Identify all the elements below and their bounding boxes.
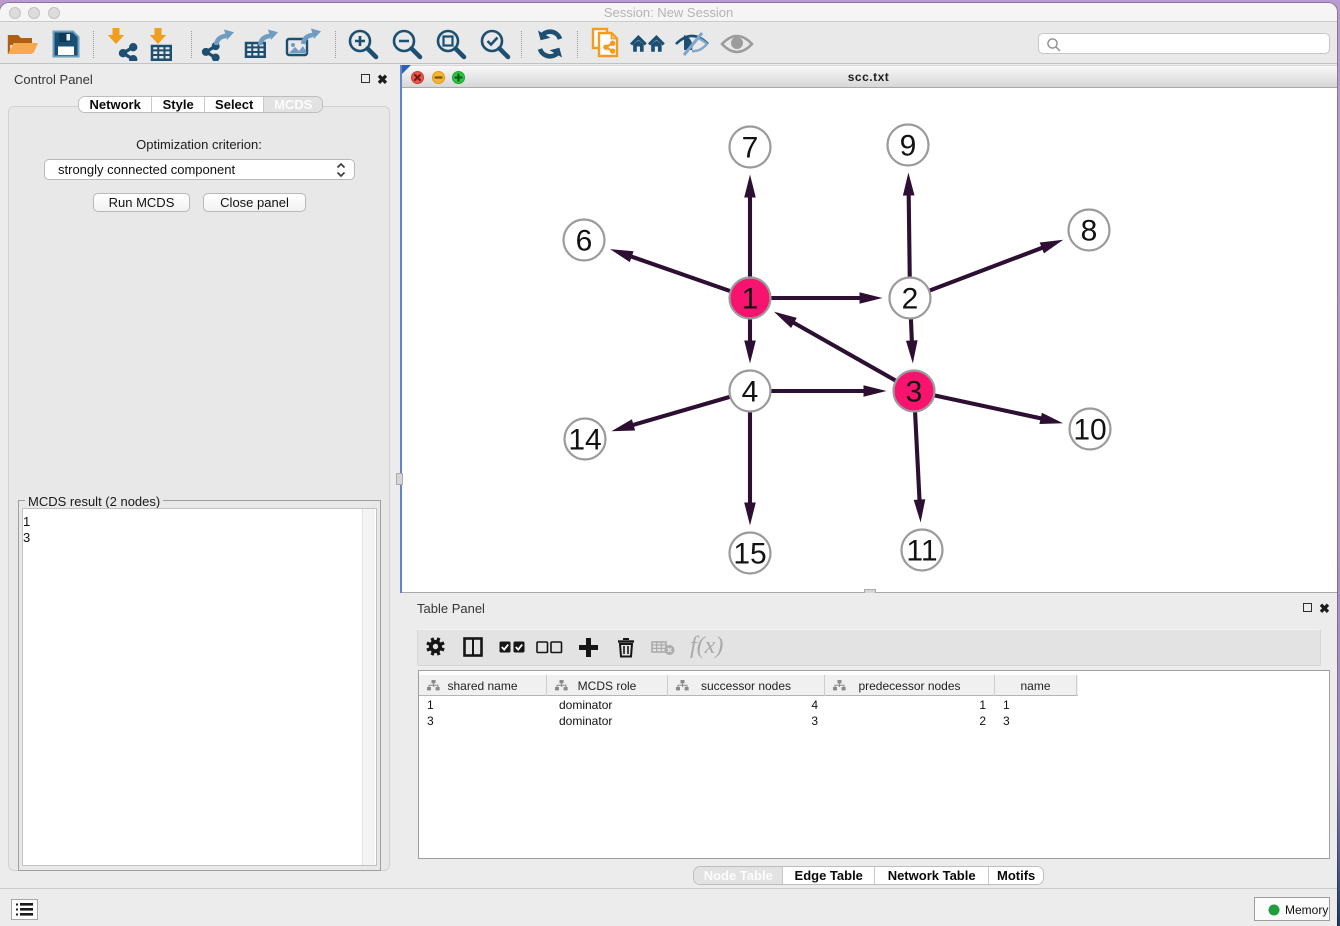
- svg-text:3: 3: [906, 376, 923, 409]
- svg-text:4: 4: [742, 376, 759, 409]
- svg-text:1: 1: [742, 283, 759, 316]
- svg-text:2: 2: [902, 283, 919, 316]
- svg-text:9: 9: [900, 130, 917, 163]
- svg-text:10: 10: [1073, 414, 1106, 447]
- svg-text:7: 7: [742, 132, 759, 165]
- svg-text:15: 15: [733, 538, 766, 571]
- svg-text:8: 8: [1081, 215, 1098, 248]
- svg-text:6: 6: [576, 225, 593, 258]
- svg-text:11: 11: [906, 535, 937, 568]
- svg-text:14: 14: [568, 424, 601, 457]
